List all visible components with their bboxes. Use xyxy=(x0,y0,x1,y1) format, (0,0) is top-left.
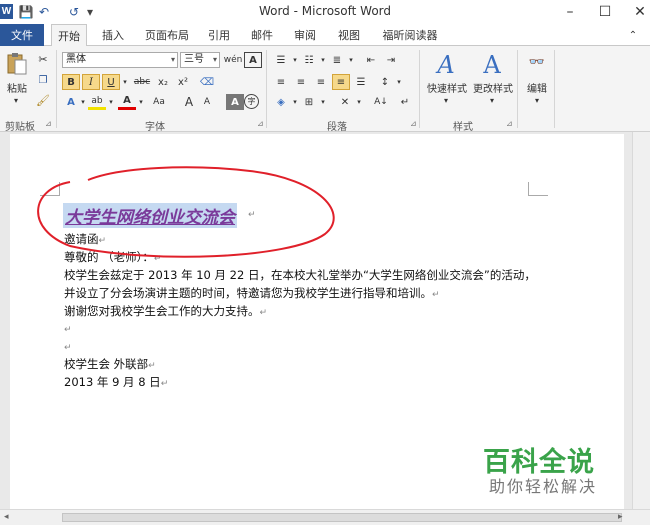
tab-file[interactable]: 文件 xyxy=(0,24,44,46)
change-styles-button[interactable]: 更改样式 xyxy=(470,80,516,95)
tab-foxit-reader[interactable]: 福昕阅读器 xyxy=(378,24,442,46)
superscript-button[interactable]: x² xyxy=(174,74,192,90)
editing-button[interactable]: 编辑 xyxy=(524,80,550,95)
scroll-right-icon[interactable]: ▸ xyxy=(618,512,623,522)
borders-dropdown-icon[interactable]: ▾ xyxy=(318,94,328,110)
highlight-icon[interactable]: ab xyxy=(88,94,106,110)
copy-icon[interactable]: ❐ xyxy=(36,73,50,87)
tab-insert[interactable]: 插入 xyxy=(95,24,131,46)
char-shading-icon[interactable]: A xyxy=(226,94,244,110)
document-page[interactable]: 大学生网络创业交流会 ↵ 邀请函↵ 尊敬的 （老师）：↵ 校学生会兹定于 201… xyxy=(10,134,624,509)
line-spacing-icon[interactable]: ↕ xyxy=(376,74,394,90)
highlight-dropdown-icon[interactable]: ▾ xyxy=(106,94,116,110)
ribbon-tab-bar: 文件 开始 插入 页面布局 引用 邮件 审阅 视图 福昕阅读器 ⌃ xyxy=(0,24,650,47)
show-marks-icon[interactable]: ↵ xyxy=(396,94,414,110)
paragraph-launcher-icon[interactable]: ⊿ xyxy=(410,119,417,128)
shading-icon[interactable]: ◈ xyxy=(272,94,290,110)
font-size-select[interactable]: 三号 ▾ xyxy=(180,52,220,68)
ribbon: 粘贴 ▾ ✂ ❐ 🖌 剪贴板 ⊿ 黑体 ▾ 三号 ▾ wén A B I U ▾… xyxy=(0,46,650,133)
font-name-select[interactable]: 黑体 ▾ xyxy=(62,52,178,68)
title-bar: W 💾 ↶ ↺ ▾ Word - Microsoft Word – ☐ ✕ xyxy=(0,0,650,24)
paste-dropdown-icon[interactable]: ▾ xyxy=(10,95,22,105)
word-window: W 💾 ↶ ↺ ▾ Word - Microsoft Word – ☐ ✕ 文件… xyxy=(0,0,650,525)
underline-dropdown-icon[interactable]: ▾ xyxy=(120,74,130,90)
borders-icon[interactable]: ⊞ xyxy=(300,94,318,110)
sort-icon[interactable]: A↓ xyxy=(372,94,390,110)
clipboard-group-label: 剪贴板 xyxy=(5,122,35,133)
font-color-dropdown-icon[interactable]: ▾ xyxy=(136,94,146,110)
change-case-button[interactable]: Aa xyxy=(148,94,170,110)
quick-styles-icon[interactable]: A xyxy=(430,50,462,80)
align-center-icon[interactable]: ≡ xyxy=(292,74,310,90)
subscript-button[interactable]: x₂ xyxy=(154,74,172,90)
horizontal-scroll-thumb[interactable] xyxy=(62,513,622,522)
tab-view[interactable]: 视图 xyxy=(333,24,365,46)
font-launcher-icon[interactable]: ⊿ xyxy=(257,119,264,128)
font-name-dropdown-icon: ▾ xyxy=(170,55,175,64)
multilevel-list-icon[interactable]: ≣ xyxy=(328,52,346,68)
text-effects-dropdown-icon[interactable]: ▾ xyxy=(78,94,88,110)
editing-dropdown-icon[interactable]: ▾ xyxy=(531,95,543,105)
clipboard-paste-icon[interactable] xyxy=(6,52,28,76)
scroll-left-icon[interactable]: ◂ xyxy=(4,512,9,522)
bullets-dropdown-icon[interactable]: ▾ xyxy=(290,52,300,68)
paragraph-group-label: 段落 xyxy=(327,122,347,133)
clear-format-icon[interactable]: ⌫ xyxy=(198,74,216,90)
grow-font-button[interactable]: A xyxy=(180,94,198,110)
document-area: 大学生网络创业交流会 ↵ 邀请函↵ 尊敬的 （老师）：↵ 校学生会兹定于 201… xyxy=(0,132,632,509)
close-button[interactable]: ✕ xyxy=(620,0,650,24)
numbering-dropdown-icon[interactable]: ▾ xyxy=(318,52,328,68)
chinese-layout-icon[interactable]: ✕ xyxy=(336,94,354,110)
styles-launcher-icon[interactable]: ⊿ xyxy=(506,119,513,128)
multilevel-dropdown-icon[interactable]: ▾ xyxy=(346,52,356,68)
strikethrough-button[interactable]: abc xyxy=(132,74,152,90)
char-border-icon[interactable]: A xyxy=(244,52,262,68)
distributed-icon[interactable]: ☰ xyxy=(352,74,370,90)
tab-review[interactable]: 审阅 xyxy=(289,24,321,46)
numbering-icon[interactable]: ☷ xyxy=(300,52,318,68)
increase-indent-icon[interactable]: ⇥ xyxy=(382,52,400,68)
change-styles-icon[interactable]: A xyxy=(476,50,508,80)
vertical-scrollbar[interactable] xyxy=(632,132,650,509)
italic-button[interactable]: I xyxy=(82,74,100,90)
font-group-label: 字体 xyxy=(145,122,165,133)
maximize-button[interactable]: ☐ xyxy=(585,0,625,24)
wen-phonetic-icon[interactable]: wén xyxy=(224,52,243,68)
shading-dropdown-icon[interactable]: ▾ xyxy=(290,94,300,110)
find-binoculars-icon[interactable]: 👓 xyxy=(527,52,547,72)
horizontal-scrollbar[interactable]: ◂ ▸ xyxy=(0,509,650,525)
cut-icon[interactable]: ✂ xyxy=(36,52,50,66)
bold-button[interactable]: B xyxy=(62,74,80,90)
quick-styles-dropdown-icon[interactable]: ▾ xyxy=(440,95,452,105)
watermark-subtitle: 助你轻松解决 xyxy=(489,477,598,496)
chinese-layout-dropdown-icon[interactable]: ▾ xyxy=(354,94,364,110)
enclose-char-icon[interactable]: 字 xyxy=(244,94,259,109)
font-size-dropdown-icon: ▾ xyxy=(212,55,217,64)
justify-icon[interactable]: ≡ xyxy=(332,74,350,90)
minimize-button[interactable]: – xyxy=(550,0,590,24)
font-color-icon[interactable]: A xyxy=(118,94,136,110)
format-painter-icon[interactable]: 🖌 xyxy=(36,93,50,107)
tab-mailings[interactable]: 邮件 xyxy=(246,24,278,46)
clipboard-launcher-icon[interactable]: ⊿ xyxy=(45,119,52,128)
tab-home[interactable]: 开始 xyxy=(51,24,87,47)
underline-button[interactable]: U xyxy=(102,74,120,90)
decrease-indent-icon[interactable]: ⇤ xyxy=(362,52,380,68)
tab-references[interactable]: 引用 xyxy=(203,24,235,46)
align-left-icon[interactable]: ≡ xyxy=(272,74,290,90)
quick-styles-button[interactable]: 快速样式 xyxy=(424,80,470,95)
line-spacing-dropdown-icon[interactable]: ▾ xyxy=(394,74,404,90)
align-right-icon[interactable]: ≡ xyxy=(312,74,330,90)
tab-page-layout[interactable]: 页面布局 xyxy=(141,24,193,46)
bullets-icon[interactable]: ☰ xyxy=(272,52,290,68)
collapse-ribbon-icon[interactable]: ⌃ xyxy=(626,24,640,46)
shrink-font-button[interactable]: A xyxy=(198,94,216,110)
change-styles-dropdown-icon[interactable]: ▾ xyxy=(486,95,498,105)
styles-group-label: 样式 xyxy=(453,122,473,133)
paste-button[interactable]: 粘贴 xyxy=(3,80,31,95)
